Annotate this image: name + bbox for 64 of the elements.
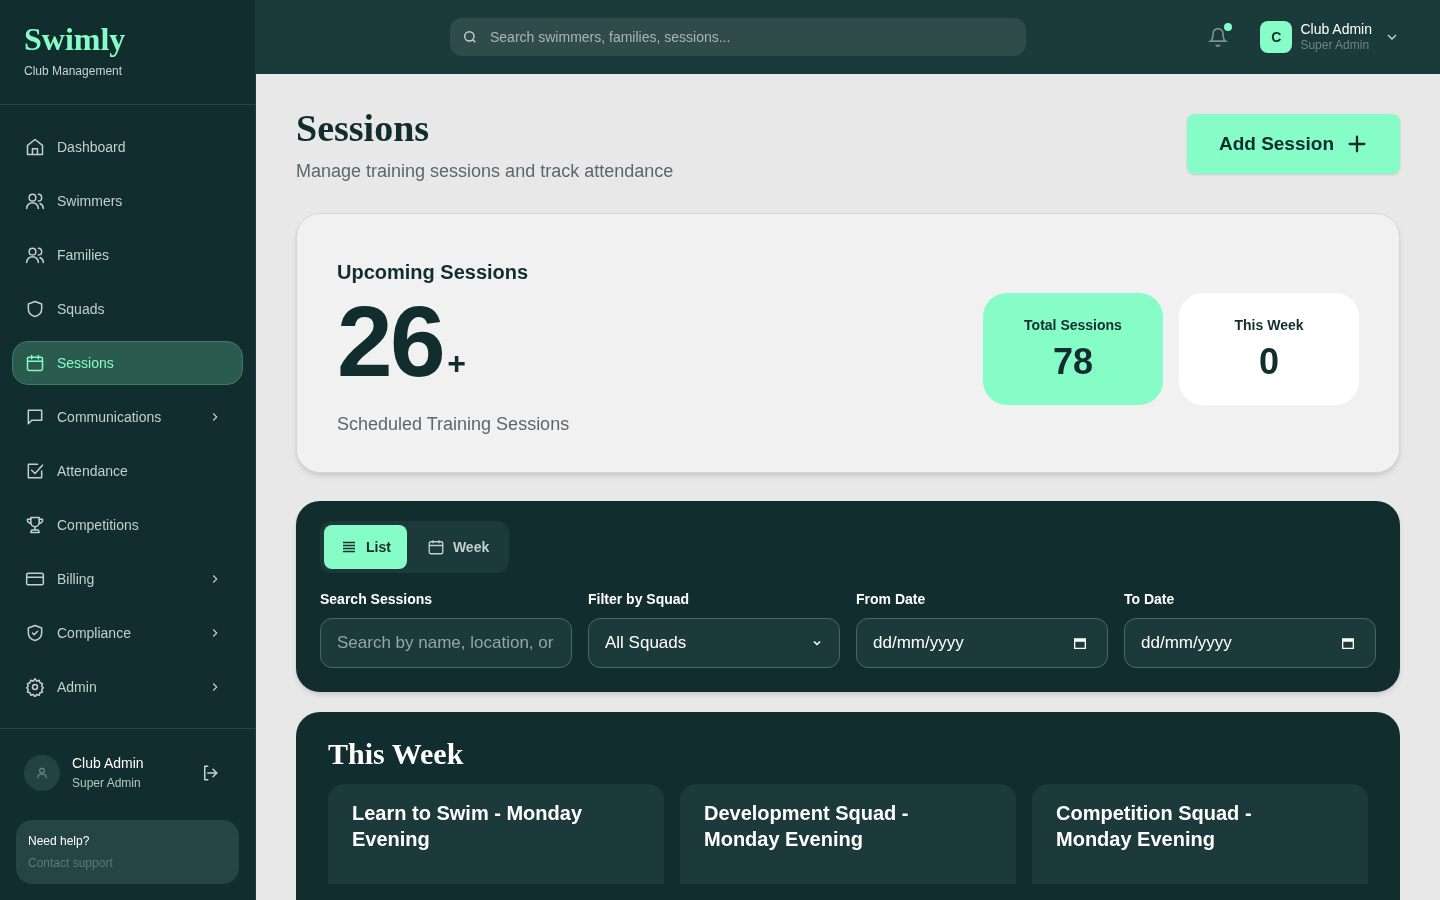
- calendar-icon: [1340, 635, 1356, 651]
- trophy-icon: [25, 515, 45, 535]
- nav-item[interactable]: Sessions: [12, 341, 243, 385]
- section-title: This Week: [328, 736, 465, 772]
- summary-title: Upcoming Sessions: [337, 259, 530, 285]
- shield-icon: [25, 299, 45, 319]
- session-title: Competition Squad - Monday Evening: [1056, 801, 1253, 852]
- people-icon: [25, 245, 45, 265]
- shield-check-icon: [25, 623, 45, 643]
- nav-item[interactable]: Admin: [12, 665, 243, 709]
- page-title: Sessions: [296, 106, 431, 150]
- date-field[interactable]: dd/mm/yyyy: [856, 618, 1108, 668]
- session-card[interactable]: Competition Squad - Monday Evening: [1032, 784, 1368, 884]
- view-tab[interactable]: List: [324, 525, 407, 569]
- nav-item[interactable]: Families: [12, 233, 243, 277]
- plus-icon: [1346, 133, 1368, 155]
- stat-label: This Week: [1234, 315, 1304, 335]
- nav-item[interactable]: Squads: [12, 287, 243, 331]
- user-name: Club Admin: [72, 754, 145, 773]
- stat-label: Total Sessions: [1024, 315, 1122, 335]
- page-subtitle: Manage training sessions and track attendance: [296, 160, 674, 183]
- search-sessions-field[interactable]: Search by name, location, or: [320, 618, 572, 668]
- calendar-icon: [426, 538, 445, 556]
- user-menu[interactable]: C Club Admin Super Admin: [1260, 21, 1400, 53]
- session-title: Learn to Swim - Monday Evening: [352, 801, 584, 852]
- brand-tagline: Club Management: [24, 63, 124, 80]
- session-card[interactable]: Learn to Swim - Monday Evening: [328, 784, 664, 884]
- field-label: Search Sessions: [320, 590, 434, 609]
- field-label: To Date: [1124, 590, 1176, 609]
- squad-dropdown[interactable]: All Squads: [588, 618, 840, 668]
- chat-bubble-icon: [25, 407, 45, 427]
- session-title: Development Squad - Monday Evening: [704, 801, 910, 852]
- nav-item[interactable]: Dashboard: [12, 125, 243, 169]
- nav-item[interactable]: Competitions: [12, 503, 243, 547]
- date-field[interactable]: dd/mm/yyyy: [1124, 618, 1376, 668]
- gear-icon: [25, 677, 45, 697]
- count-suffix: +: [447, 343, 466, 383]
- add-session-button[interactable]: Add Session: [1186, 114, 1400, 174]
- session-card[interactable]: Development Squad - Monday Evening: [680, 784, 1016, 884]
- logout-icon[interactable]: [201, 763, 219, 782]
- global-search-field[interactable]: Search swimmers, families, sessions...: [450, 18, 1026, 56]
- home-icon: [25, 137, 45, 157]
- summary-caption: Scheduled Training Sessions: [337, 412, 571, 436]
- people-icon: [25, 191, 45, 211]
- session-count: 26: [337, 290, 444, 391]
- calendar-icon: [1072, 635, 1088, 651]
- checkbox-icon: [25, 461, 45, 481]
- credit-card-icon: [25, 569, 45, 589]
- nav-item[interactable]: Billing: [12, 557, 243, 601]
- nav-item[interactable]: Compliance: [12, 611, 243, 655]
- nav-item[interactable]: Attendance: [12, 449, 243, 493]
- help-title: Need help?: [28, 833, 91, 850]
- search-icon: [462, 29, 478, 45]
- nav-item[interactable]: Swimmers: [12, 179, 243, 223]
- nav-item[interactable]: Communications: [12, 395, 243, 439]
- field-label: From Date: [856, 590, 927, 609]
- field-label: Filter by Squad: [588, 590, 691, 609]
- stat-value: 78: [1052, 339, 1093, 384]
- stat-value: 0: [1259, 339, 1279, 384]
- brand-logo: Swimly: [24, 20, 127, 58]
- user-role: Super Admin: [72, 775, 142, 792]
- calendar-icon: [25, 353, 45, 373]
- avatar-icon: [24, 754, 60, 791]
- view-tab[interactable]: Week: [410, 525, 506, 569]
